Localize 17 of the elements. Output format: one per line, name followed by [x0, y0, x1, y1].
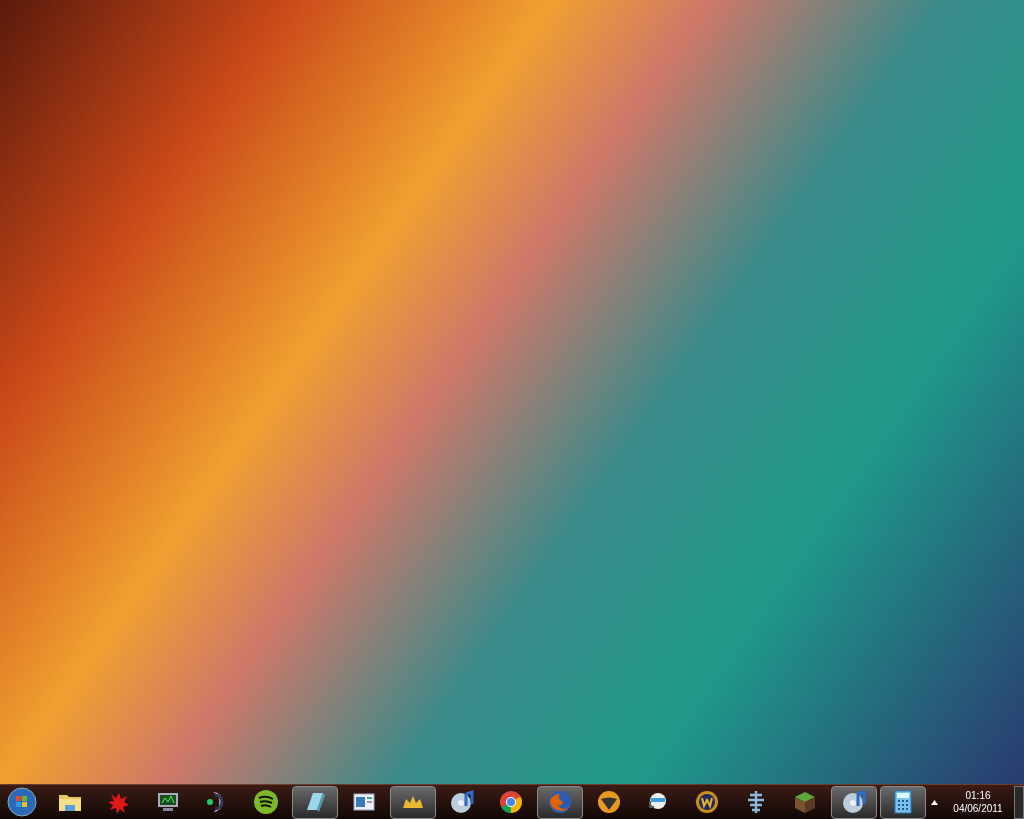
- music-disc-icon: [840, 788, 868, 816]
- start-orb-icon: [7, 787, 37, 817]
- fox-globe-icon: [546, 788, 574, 816]
- taskbar-button[interactable]: [831, 785, 877, 819]
- sound-waves-icon: [252, 788, 280, 816]
- music-disc-icon: [448, 788, 476, 816]
- taskbar-button[interactable]: [292, 785, 338, 819]
- chrome-icon: [497, 788, 525, 816]
- coin-icon: [693, 788, 721, 816]
- taskbar-button[interactable]: [390, 785, 436, 819]
- caret-up-icon: [930, 799, 938, 805]
- clock-time: 01:16: [965, 789, 991, 802]
- clock[interactable]: 01:16 04/06/2011: [946, 789, 1010, 815]
- clock-date: 04/06/2011: [953, 802, 1003, 815]
- show-desktop-button[interactable]: [1014, 785, 1024, 819]
- orb-icon: [595, 788, 623, 816]
- taskbar-button[interactable]: [880, 785, 926, 819]
